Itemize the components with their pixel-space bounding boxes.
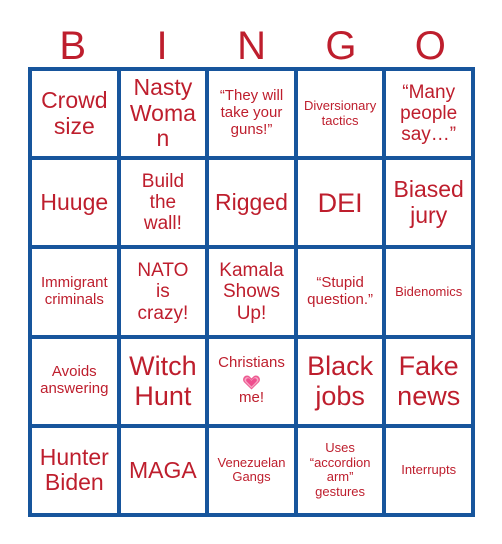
bingo-cell-o5[interactable]: Interrupts (386, 427, 471, 513)
bingo-cell-text: Immigrant criminals (40, 274, 108, 308)
bingo-cell-text: Biased jury (393, 176, 464, 228)
bingo-cell-i2[interactable]: Build the wall! (120, 160, 206, 246)
bingo-header-letter-i: I (156, 24, 168, 68)
heart-icon (212, 372, 291, 390)
bingo-cell-i3[interactable]: NATO is crazy! (120, 249, 206, 335)
bingo-cell-n2[interactable]: Rigged (209, 160, 294, 246)
bingo-cell-o1[interactable]: “Many people say…” (386, 71, 471, 157)
bingo-cell-line: me! (238, 389, 264, 407)
bingo-cell-text: Avoids answering (40, 363, 109, 398)
bingo-cell-i5[interactable]: MAGA (120, 427, 206, 513)
bingo-cell-text: Build the wall! (141, 170, 185, 235)
bingo-cell-text: “They will take your guns!” (219, 87, 284, 138)
bingo-header-letter-b: B (59, 24, 87, 68)
bingo-cell-n3[interactable]: Kamala Shows Up! (209, 249, 294, 335)
bingo-header-letter-n: N (237, 24, 266, 68)
bingo-cell-text: Diversionary tactics (303, 98, 377, 128)
bingo-cell-i1[interactable]: Nasty Woman (120, 71, 206, 157)
bingo-cell-g2[interactable]: DEI (297, 160, 383, 246)
bingo-cell-text: DEI (317, 187, 363, 218)
bingo-cell-b1[interactable]: Crowd size (32, 71, 117, 157)
bingo-cell-n1[interactable]: “They will take your guns!” (209, 71, 294, 157)
bingo-header-letter-o: O (414, 24, 446, 68)
bingo-cell-text: Witch Hunt (129, 350, 197, 412)
bingo-cell-text: Huuge (40, 188, 109, 215)
bingo-cell-o2[interactable]: Biased jury (386, 160, 471, 246)
bingo-cell-g5[interactable]: Uses “accordion arm” gestures (297, 427, 383, 513)
bingo-cell-text: Fake news (397, 350, 461, 412)
bingo-cell-text: Christians me! (212, 355, 291, 407)
bingo-header-letters: B I N G O (28, 16, 475, 67)
bingo-cell-text: “Stupid question.” (307, 274, 374, 308)
bingo-cell-text: Crowd size (41, 86, 108, 139)
bingo-cell-text: Hunter Biden (39, 443, 109, 496)
bingo-cell-text: “Many people say…” (400, 81, 458, 146)
bingo-cell-text: Nasty Woman (129, 73, 196, 152)
bingo-grid: Crowd size Nasty Woman “They will take you… (28, 67, 475, 517)
bingo-cell-text: Bidenomics (395, 283, 463, 299)
bingo-cell-b5[interactable]: Hunter Biden (32, 427, 117, 513)
bingo-cell-text: Kamala Shows Up! (219, 260, 284, 324)
bingo-cell-o4[interactable]: Fake news (386, 338, 471, 424)
bingo-card: B I N G O Crowd size Nasty Woman “They wil… (0, 0, 502, 544)
bingo-cell-text: Venezuelan Gangs (217, 454, 286, 485)
bingo-cell-o3[interactable]: Bidenomics (386, 249, 471, 335)
bingo-cell-text: Interrupts (401, 462, 457, 478)
bingo-cell-text: MAGA (129, 456, 197, 483)
bingo-cell-n5[interactable]: Venezuelan Gangs (209, 427, 294, 513)
bingo-cell-b2[interactable]: Huuge (32, 160, 117, 246)
bingo-cell-line: Christians (218, 354, 285, 372)
bingo-header-letter-g: G (325, 24, 357, 68)
bingo-cell-text: Uses “accordion arm” gestures (309, 440, 371, 499)
bingo-cell-b4[interactable]: Avoids answering (32, 338, 117, 424)
bingo-cell-g3[interactable]: “Stupid question.” (297, 249, 383, 335)
bingo-cell-i4[interactable]: Witch Hunt (120, 338, 206, 424)
bingo-cell-text: NATO is crazy! (137, 260, 189, 324)
bingo-cell-g1[interactable]: Diversionary tactics (297, 71, 383, 157)
bingo-cell-g4[interactable]: Black jobs (297, 338, 383, 424)
bingo-cell-n4[interactable]: Christians me! (209, 338, 294, 424)
bingo-cell-text: Rigged (215, 188, 288, 215)
bingo-cell-text: Black jobs (307, 350, 374, 412)
bingo-cell-b3[interactable]: Immigrant criminals (32, 249, 117, 335)
